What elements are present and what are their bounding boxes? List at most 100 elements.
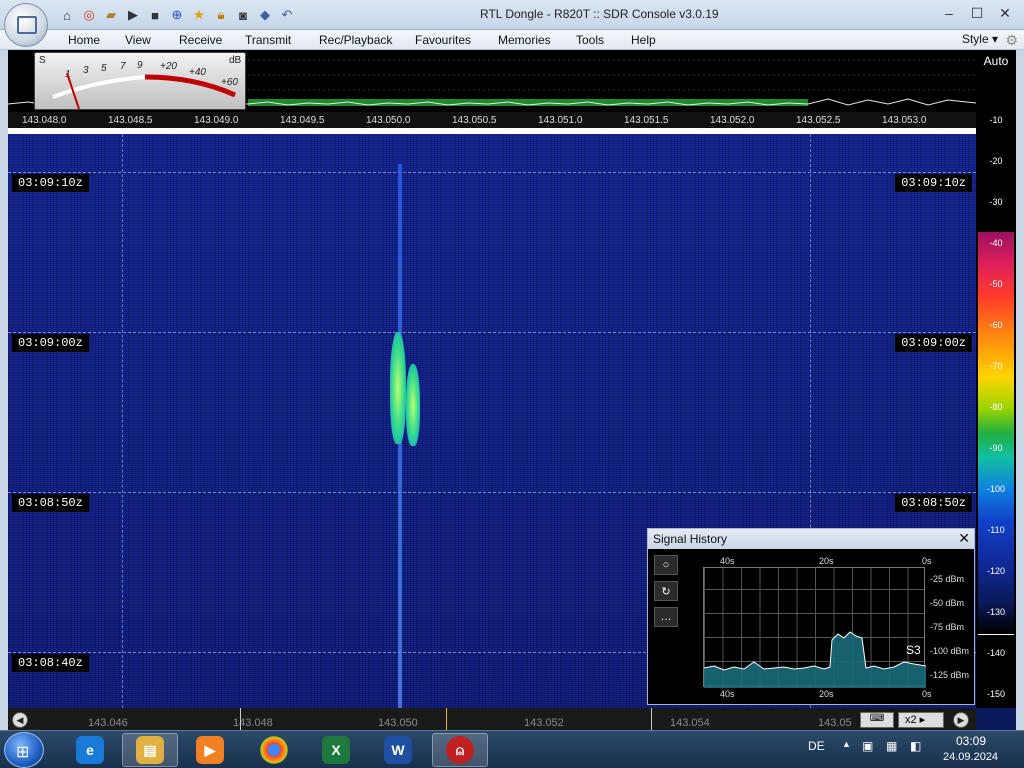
time-marker: 03:09:00z xyxy=(12,334,89,352)
level-tick: -20 xyxy=(989,156,1003,166)
level-tick: -110 xyxy=(987,525,1005,535)
menu-home[interactable]: Home xyxy=(68,33,100,47)
level-tick: -70 xyxy=(989,361,1003,371)
close-icon[interactable]: ✕ xyxy=(958,530,970,547)
star-icon[interactable]: ★ xyxy=(190,6,208,24)
maximize-button[interactable]: ☐ xyxy=(964,3,990,23)
time-marker: 03:09:10z xyxy=(12,174,89,192)
level-tick: -150 xyxy=(986,689,1005,699)
freq-tick: 143.049.0 xyxy=(194,115,239,126)
refresh-icon[interactable]: ↻ xyxy=(654,581,678,601)
folder-icon[interactable]: ▰ xyxy=(102,6,120,24)
freq-tick: 143.052.5 xyxy=(796,115,841,126)
menu-memories[interactable]: Memories xyxy=(498,33,551,47)
time-marker: 03:08:40z xyxy=(12,654,89,672)
time-marker: 03:08:50z xyxy=(895,494,972,512)
level-marker xyxy=(978,634,1014,635)
stop-icon[interactable]: ■ xyxy=(146,6,164,24)
level-tick: -80 xyxy=(989,402,1003,412)
x-top-label: 20s xyxy=(819,556,834,566)
play-icon[interactable]: ▶ xyxy=(124,6,142,24)
level-tick: -130 xyxy=(986,607,1005,617)
x-bottom-label: 20s xyxy=(819,689,834,699)
start-button[interactable]: ⊞ xyxy=(4,732,44,768)
auto-button[interactable]: Auto xyxy=(976,54,1016,68)
more-icon[interactable]: … xyxy=(654,607,678,627)
taskbar-sdr-console[interactable]: ⍝ xyxy=(432,733,488,767)
clock-date[interactable]: 24.09.2024 xyxy=(943,751,998,763)
menu-view[interactable]: View xyxy=(125,33,151,47)
signal-history-plot xyxy=(703,567,926,688)
word-icon: W xyxy=(384,736,412,764)
scroll-right-button[interactable]: ▶ xyxy=(953,712,969,728)
x-bottom-label: 40s xyxy=(720,689,735,699)
style-dropdown[interactable]: Style ▾ xyxy=(962,32,998,46)
record-icon[interactable]: ○ xyxy=(654,555,678,575)
language-indicator[interactable]: DE xyxy=(808,739,825,753)
show-hidden-icon[interactable]: ▲ xyxy=(842,739,851,749)
signal-burst xyxy=(390,332,406,444)
level-tick: -100 xyxy=(986,484,1005,494)
freq-tick: 143.048.0 xyxy=(22,115,67,126)
taskbar-excel[interactable]: X xyxy=(308,733,364,767)
taskbar-word[interactable]: W xyxy=(370,733,426,767)
signal-history-title[interactable]: Signal History xyxy=(648,529,974,549)
home-icon[interactable]: ⌂ xyxy=(58,6,76,24)
left-border xyxy=(0,50,8,730)
grid-vline xyxy=(122,134,123,708)
band-tick: 143.05 xyxy=(818,717,852,729)
signal-history-trace xyxy=(704,631,926,688)
undo-icon[interactable]: ↶ xyxy=(278,6,296,24)
freq-tick: 143.050.5 xyxy=(452,115,497,126)
level-tick: -50 xyxy=(989,279,1003,289)
volume-icon[interactable]: ◧ xyxy=(910,739,921,753)
taskbar: ⊞ e ▤ ▶ X W ⍝ DE ▲ ▣ ▦ ◧ 03:09 24.09.202… xyxy=(0,730,1024,768)
level-scale[interactable]: Auto -10 -20 -30 -40 -50 -60 -70 -80 -90… xyxy=(976,50,1016,708)
panel-title: Signal History xyxy=(653,532,728,546)
add-icon[interactable]: ⊕ xyxy=(168,6,186,24)
camera-icon[interactable]: ◙ xyxy=(234,6,252,24)
device-icon[interactable]: ▣ xyxy=(862,739,873,753)
scroll-left-button[interactable]: ◀ xyxy=(12,712,28,728)
menu-favourites[interactable]: Favourites xyxy=(415,33,471,47)
keyboard-icon[interactable]: ⌨ xyxy=(860,712,894,728)
menu-tools[interactable]: Tools xyxy=(576,33,604,47)
frequency-axis[interactable]: 143.048.0 143.048.5 143.049.0 143.049.5 … xyxy=(8,112,976,128)
menu-help[interactable]: Help xyxy=(631,33,656,47)
band-tick: 143.046 xyxy=(88,717,128,729)
taskbar-chrome[interactable] xyxy=(246,733,302,767)
windows-logo-icon: ⊞ xyxy=(16,744,30,761)
band-overview[interactable]: ◀ 143.046 143.048 143.050 143.052 143.05… xyxy=(8,708,976,730)
menu-transmit[interactable]: Transmit xyxy=(245,33,291,47)
close-button[interactable]: ✕ xyxy=(992,3,1018,23)
explorer-icon: ▤ xyxy=(136,736,164,764)
s-meter: S dB 1 3 5 7 9 +20 +40 +60 xyxy=(34,52,246,110)
drop-icon[interactable]: ◆ xyxy=(256,6,274,24)
y-label: -50 dBm xyxy=(930,598,965,608)
freq-tick: 143.051.5 xyxy=(624,115,669,126)
zoom-label: x2 xyxy=(905,714,917,726)
network-icon[interactable]: ▦ xyxy=(886,739,897,753)
app-icon xyxy=(17,16,37,34)
minimize-button[interactable]: – xyxy=(936,3,962,23)
style-label: Style xyxy=(961,32,989,46)
lifebuoy-icon[interactable]: ◎ xyxy=(80,6,98,24)
signal-history-panel[interactable]: Signal History ✕ ○ ↻ … 40s 20s 0s -25 dB… xyxy=(647,528,975,705)
lock-icon[interactable]: 🔒︎ xyxy=(212,6,230,24)
app-menu-button[interactable] xyxy=(4,3,48,47)
ribbon-menu: Home View Receive Transmit Rec/Playback … xyxy=(0,30,1024,50)
clock-time[interactable]: 03:09 xyxy=(956,734,986,748)
taskbar-media[interactable]: ▶ xyxy=(182,733,238,767)
menu-rec-playback[interactable]: Rec/Playback xyxy=(319,33,392,47)
menu-receive[interactable]: Receive xyxy=(179,33,222,47)
y-label: -125 dBm xyxy=(930,670,970,680)
right-border xyxy=(1016,50,1024,730)
gear-icon[interactable]: ⚙ xyxy=(1005,32,1018,49)
y-label: -100 dBm xyxy=(930,646,970,656)
zoom-selector[interactable]: x2 ▸ xyxy=(898,712,944,728)
grid-hline xyxy=(8,492,976,493)
freq-tick: 143.051.0 xyxy=(538,115,583,126)
taskbar-explorer[interactable]: ▤ xyxy=(122,733,178,767)
y-label: -25 dBm xyxy=(930,574,965,584)
taskbar-ie[interactable]: e xyxy=(62,733,118,767)
